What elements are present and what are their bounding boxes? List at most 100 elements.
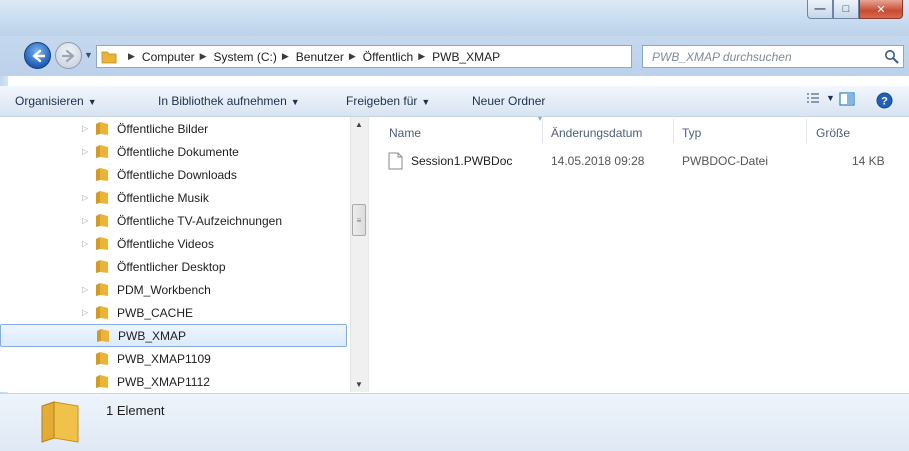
chevron-down-icon: ▼ xyxy=(421,97,431,107)
nav-tree-item[interactable]: ▷ Öffentliche Videos xyxy=(0,232,347,255)
preview-pane-icon xyxy=(839,92,855,106)
nav-tree-item[interactable]: ▷ Öffentliche Musik xyxy=(0,186,347,209)
sort-indicator-icon: ▾ xyxy=(538,114,543,123)
expand-arrow-icon[interactable]: ▷ xyxy=(82,308,88,317)
folder-icon xyxy=(96,352,108,365)
nav-tree-item-label: PDM_Workbench xyxy=(117,282,211,297)
navigation-pane-scrollbar[interactable]: ▲ ≡ ▼ xyxy=(350,117,368,392)
view-options-button[interactable]: ▼ xyxy=(806,92,835,104)
breadcrumb-separator-icon[interactable]: ▶ xyxy=(200,51,207,62)
command-bar: Organisieren ▼ In Bibliothek aufnehmen ▼ F… xyxy=(0,86,909,117)
column-divider[interactable] xyxy=(806,119,807,143)
file-type: PWBDOC-Datei xyxy=(682,154,769,168)
nav-tree-item[interactable]: Öffentlicher Desktop xyxy=(0,255,347,278)
nav-tree-item[interactable]: ▷ PWB_CACHE xyxy=(0,301,347,324)
nav-tree-item[interactable]: ▷ Öffentliche TV-Aufzeichnungen xyxy=(0,209,347,232)
details-pane xyxy=(0,393,909,451)
pane-divider[interactable] xyxy=(368,117,369,392)
column-header-size[interactable]: Größe xyxy=(816,123,850,143)
scroll-up-icon[interactable]: ▲ xyxy=(355,120,363,129)
file-list-pane: Name Änderungsdatum Typ Größe Session1.P… xyxy=(370,117,909,392)
new-folder-button[interactable]: Neuer Ordner xyxy=(472,94,545,108)
folder-icon xyxy=(96,191,108,204)
navigation-bar: ▼ ▶ Computer ▶ System (C:) ▶ Benutzer ▶ … xyxy=(0,36,909,76)
nav-tree-item-label: Öffentliche Bilder xyxy=(117,121,209,136)
close-button[interactable]: ✕ xyxy=(859,0,903,19)
folder-large-icon xyxy=(41,401,79,443)
column-header-type[interactable]: Typ xyxy=(682,123,701,143)
breadcrumb-computer[interactable]: Computer xyxy=(142,50,195,64)
organize-label: Organisieren xyxy=(15,94,84,108)
expand-arrow-icon[interactable]: ▷ xyxy=(82,147,88,156)
breadcrumb-separator-icon[interactable]: ▶ xyxy=(282,51,289,62)
nav-tree-item[interactable]: PWB_XMAP xyxy=(0,324,347,347)
column-divider[interactable] xyxy=(673,119,674,143)
column-divider[interactable] xyxy=(542,119,543,143)
folder-icon xyxy=(96,214,108,227)
nav-tree-item[interactable]: ▷ Öffentliche Bilder xyxy=(0,117,347,140)
window-controls: — □ ✕ xyxy=(807,0,903,20)
nav-tree-item-label: PWB_XMAP xyxy=(118,328,187,343)
help-button[interactable]: ? xyxy=(876,92,893,109)
nav-tree-item-label: Öffentliche Dokumente xyxy=(117,144,239,159)
expand-arrow-icon[interactable]: ▷ xyxy=(82,216,88,225)
folder-icon xyxy=(96,375,108,388)
scroll-down-icon[interactable]: ▼ xyxy=(355,380,363,389)
file-size: 14 KB xyxy=(852,154,885,168)
breadcrumb-pwb-xmap[interactable]: PWB_XMAP xyxy=(432,50,500,64)
address-bar[interactable]: ▶ Computer ▶ System (C:) ▶ Benutzer ▶ Öf… xyxy=(96,45,729,68)
folder-icon xyxy=(96,122,108,135)
recent-pages-dropdown-icon[interactable]: ▼ xyxy=(84,50,93,60)
breadcrumb-separator-icon[interactable]: ▶ xyxy=(349,51,356,62)
folder-icon xyxy=(101,51,117,63)
nav-tree-item-label: Öffentliche Musik xyxy=(117,190,209,205)
search-box[interactable]: PWB_XMAP durchsuchen xyxy=(642,45,904,68)
expand-arrow-icon[interactable]: ▷ xyxy=(82,285,88,294)
chevron-down-icon: ▼ xyxy=(826,93,835,103)
search-input[interactable]: PWB_XMAP durchsuchen xyxy=(652,50,792,64)
item-count: 1 Element xyxy=(106,403,165,418)
nav-tree-item[interactable]: PWB_XMAP1112 xyxy=(0,370,347,392)
add-to-library-menu[interactable]: In Bibliothek aufnehmen ▼ xyxy=(158,94,300,108)
column-header-date[interactable]: Änderungsdatum xyxy=(551,123,642,143)
nav-tree-item-label: PWB_XMAP1109 xyxy=(117,351,211,366)
chevron-down-icon: ▼ xyxy=(290,97,300,107)
organize-menu[interactable]: Organisieren ▼ xyxy=(15,94,97,108)
file-row[interactable]: Session1.PWBDoc 14.05.2018 09:28 PWBDOC-… xyxy=(388,148,898,174)
breadcrumb-system-c[interactable]: System (C:) xyxy=(214,50,277,64)
nav-tree-item[interactable]: ▷ Öffentliche Dokumente xyxy=(0,140,347,163)
nav-tree-item[interactable]: Öffentliche Downloads xyxy=(0,163,347,186)
nav-tree-item-label: Öffentliche Downloads xyxy=(117,167,237,182)
back-arrow-icon xyxy=(32,49,45,62)
file-name: Session1.PWBDoc xyxy=(411,154,513,168)
expand-arrow-icon[interactable]: ▷ xyxy=(82,124,88,133)
scrollbar-thumb[interactable]: ≡ xyxy=(352,204,366,236)
column-header-name[interactable]: Name xyxy=(389,123,421,143)
folder-icon xyxy=(96,237,108,250)
document-icon xyxy=(388,152,403,170)
folder-icon xyxy=(96,283,108,296)
share-with-menu[interactable]: Freigeben für ▼ xyxy=(346,94,430,108)
nav-tree-item-label: PWB_XMAP1112 xyxy=(117,374,210,389)
maximize-button[interactable]: □ xyxy=(833,0,859,19)
folder-icon xyxy=(96,168,108,181)
file-date: 14.05.2018 09:28 xyxy=(551,154,645,168)
back-button[interactable] xyxy=(24,42,51,69)
view-details-icon xyxy=(807,93,819,103)
folder-icon xyxy=(96,306,108,319)
breadcrumb-benutzer[interactable]: Benutzer xyxy=(296,50,344,64)
nav-tree-item[interactable]: PWB_XMAP1109 xyxy=(0,347,347,370)
minimize-button[interactable]: — xyxy=(807,0,833,19)
breadcrumb-oeffentlich[interactable]: Öffentlich xyxy=(363,50,413,64)
chevron-down-icon: ▼ xyxy=(87,97,97,107)
expand-arrow-icon[interactable]: ▷ xyxy=(82,239,88,248)
help-icon: ? xyxy=(876,92,893,109)
expand-arrow-icon[interactable]: ▷ xyxy=(82,193,88,202)
preview-pane-button[interactable] xyxy=(839,92,855,106)
forward-button[interactable] xyxy=(55,42,82,69)
nav-tree-item[interactable]: ▷ PDM_Workbench xyxy=(0,278,347,301)
title-bar: — □ ✕ xyxy=(0,0,909,36)
search-icon[interactable] xyxy=(884,49,899,64)
breadcrumb-separator-icon[interactable]: ▶ xyxy=(418,51,425,62)
breadcrumb-separator-icon: ▶ xyxy=(128,51,135,61)
